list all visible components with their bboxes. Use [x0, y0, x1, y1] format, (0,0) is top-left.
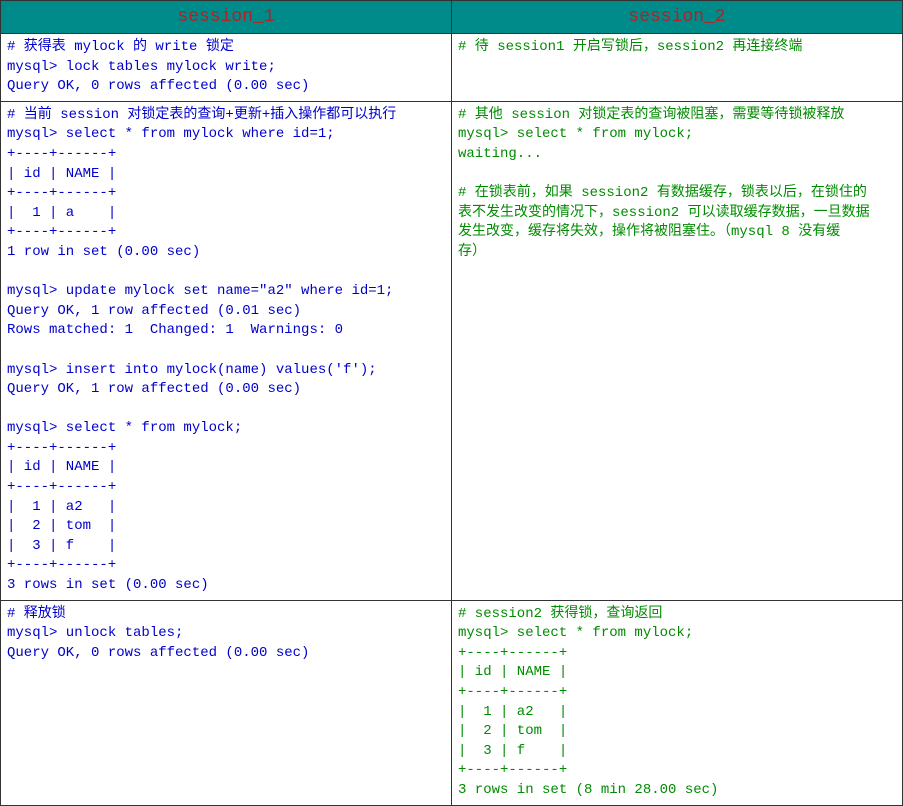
cell-right-2: # session2 获得锁，查询返回 mysql> select * from… — [452, 600, 903, 805]
cell-left-0: # 获得表 mylock 的 write 锁定 mysql> lock tabl… — [1, 34, 452, 102]
code-block: # session2 获得锁，查询返回 mysql> select * from… — [458, 605, 896, 801]
cell-left-2: # 释放锁 mysql> unlock tables; Query OK, 0 … — [1, 600, 452, 805]
cell-left-1: # 当前 session 对锁定表的查询+更新+插入操作都可以执行 mysql>… — [1, 101, 452, 600]
table-row: # 释放锁 mysql> unlock tables; Query OK, 0 … — [1, 600, 903, 805]
code-block: # 当前 session 对锁定表的查询+更新+插入操作都可以执行 mysql>… — [7, 106, 445, 596]
table-row: # 获得表 mylock 的 write 锁定 mysql> lock tabl… — [1, 34, 903, 102]
code-block: # 其他 session 对锁定表的查询被阻塞，需要等待锁被释放 mysql> … — [458, 106, 896, 263]
code-block: # 待 session1 开启写锁后，session2 再连接终端 — [458, 38, 896, 58]
cell-right-0: # 待 session1 开启写锁后，session2 再连接终端 — [452, 34, 903, 102]
header-left: session_1 — [1, 1, 452, 34]
code-block: # 释放锁 mysql> unlock tables; Query OK, 0 … — [7, 605, 445, 664]
header-row: session_1 session_2 — [1, 1, 903, 34]
table-row: # 当前 session 对锁定表的查询+更新+插入操作都可以执行 mysql>… — [1, 101, 903, 600]
session-comparison-table: session_1 session_2 # 获得表 mylock 的 write… — [0, 0, 903, 806]
code-block: # 获得表 mylock 的 write 锁定 mysql> lock tabl… — [7, 38, 445, 97]
header-right: session_2 — [452, 1, 903, 34]
cell-right-1: # 其他 session 对锁定表的查询被阻塞，需要等待锁被释放 mysql> … — [452, 101, 903, 600]
